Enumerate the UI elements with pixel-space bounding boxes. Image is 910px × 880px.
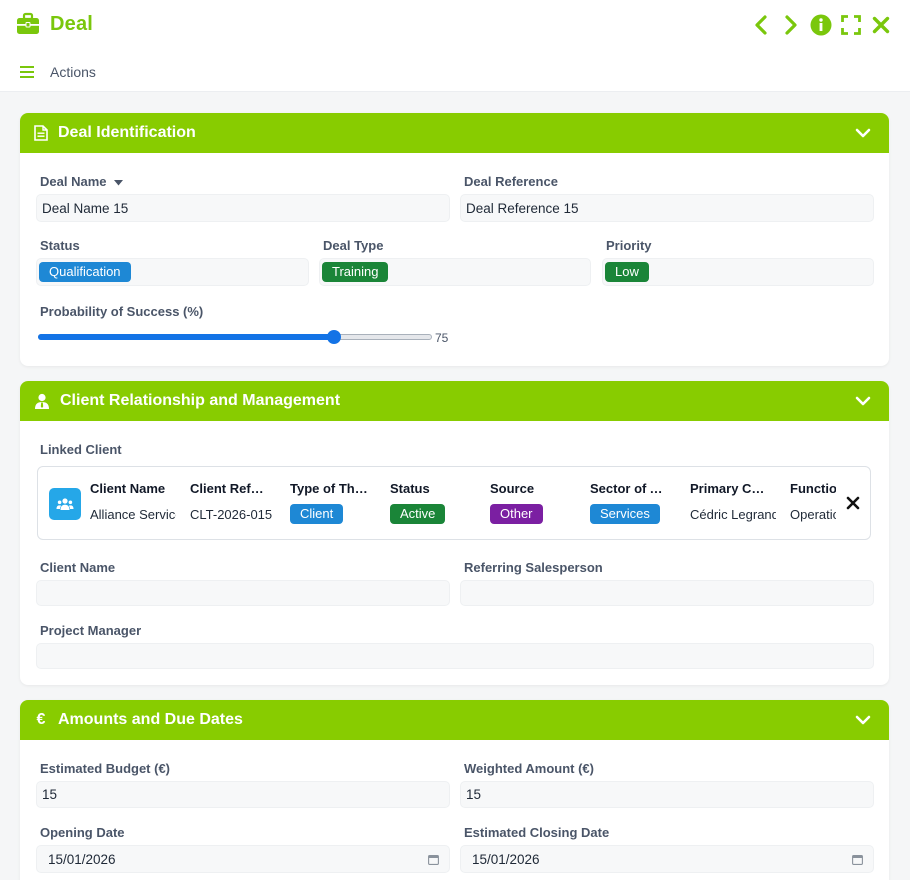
column-header: Status <box>390 481 430 496</box>
probability-label: Probability of Success (%) <box>40 304 204 319</box>
slider-fill <box>38 334 334 340</box>
column-header: Client Reference <box>190 481 268 496</box>
probability-value: 75 <box>435 331 449 345</box>
chevron-down-icon[interactable] <box>855 125 871 141</box>
euro-icon: € <box>36 711 46 728</box>
primary-contact-column: Primary Contact Cédric Legrand <box>690 481 776 522</box>
closing-date-value: 15/01/2026 <box>472 851 540 867</box>
chevron-right-icon[interactable] <box>780 14 802 36</box>
calendar-icon[interactable] <box>428 854 439 865</box>
deal-reference-field[interactable]: Deal Reference 15 <box>460 194 874 222</box>
hamburger-menu-icon[interactable] <box>20 66 34 78</box>
function-column: Function Operations <box>790 481 836 522</box>
column-header: Function <box>790 481 836 496</box>
calendar-icon[interactable] <box>852 854 863 865</box>
chevron-down-icon[interactable] <box>855 712 871 728</box>
client-status-column: Status Active <box>390 481 476 524</box>
column-value: CLT-2026-015 <box>190 507 273 522</box>
column-header: Client Name <box>90 481 166 496</box>
column-value: Other <box>490 504 576 524</box>
deal-identification-section: Deal Identification Deal Name Deal Name … <box>20 113 889 366</box>
column-value: Operations <box>790 507 836 522</box>
status-badge: Qualification <box>39 262 131 282</box>
deal-identification-header[interactable]: Deal Identification <box>20 113 889 153</box>
estimated-budget-field[interactable]: 15 <box>36 781 450 808</box>
window-controls <box>750 14 892 36</box>
client-relationship-section: Client Relationship and Management Linke… <box>20 381 889 685</box>
referring-salesperson-field[interactable] <box>460 580 874 606</box>
type-badge: Client <box>290 504 344 524</box>
deal-type-field[interactable]: Training <box>319 258 591 286</box>
status-label: Status <box>40 238 80 253</box>
opening-date-field[interactable]: 15/01/2026 <box>36 845 450 873</box>
closing-date-label: Estimated Closing Date <box>464 825 610 840</box>
column-header: Source <box>490 481 535 496</box>
third-party-type-column: Type of Third Party Client <box>290 481 376 524</box>
caret-down-icon[interactable] <box>114 179 124 186</box>
linked-client-label: Linked Client <box>40 442 122 457</box>
client-relationship-header[interactable]: Client Relationship and Management <box>20 381 889 421</box>
window-header: Deal Actions <box>0 0 910 92</box>
source-badge: Other <box>490 504 543 524</box>
actions-menu[interactable]: Actions <box>20 64 96 80</box>
briefcase-icon <box>17 12 39 34</box>
section-title: Client Relationship and Management <box>60 392 341 409</box>
sector-column: Sector of Activity Services <box>590 481 676 524</box>
client-status-badge: Active <box>390 504 446 524</box>
deal-type-label: Deal Type <box>323 238 384 253</box>
deal-reference-label: Deal Reference <box>464 174 558 189</box>
chevron-left-icon[interactable] <box>750 14 772 36</box>
remove-client-icon[interactable] <box>846 496 860 510</box>
project-manager-label: Project Manager <box>40 623 142 638</box>
section-title: Deal Identification <box>58 124 196 141</box>
deal-type-badge: Training <box>322 262 389 282</box>
actions-label[interactable]: Actions <box>50 64 96 80</box>
client-reference-column: Client Reference CLT-2026-015 <box>190 481 276 522</box>
client-name-field[interactable] <box>36 580 450 606</box>
column-value: Client <box>290 504 376 524</box>
column-header: Type of Third Party <box>290 481 370 496</box>
sector-badge: Services <box>590 504 660 524</box>
column-header: Primary Contact <box>690 481 768 496</box>
fullscreen-icon[interactable] <box>840 14 862 36</box>
deal-name-label: Deal Name <box>40 174 124 189</box>
deal-name-field[interactable]: Deal Name 15 <box>36 194 450 222</box>
estimated-budget-label: Estimated Budget (€) <box>40 761 171 776</box>
status-field[interactable]: Qualification <box>36 258 309 286</box>
weighted-amount-label: Weighted Amount (€) <box>464 761 594 776</box>
slider-thumb[interactable] <box>327 330 341 344</box>
column-value: Alliance Services <box>90 507 176 522</box>
priority-field[interactable]: Low <box>602 258 874 286</box>
column-value: Active <box>390 504 476 524</box>
priority-label: Priority <box>606 238 652 253</box>
weighted-amount-field[interactable]: 15 <box>460 781 874 808</box>
project-manager-field[interactable] <box>36 643 874 669</box>
section-title: Amounts and Due Dates <box>58 711 243 728</box>
column-value: Cédric Legrand <box>690 507 776 522</box>
referring-salesperson-label: Referring Salesperson <box>464 560 603 575</box>
amounts-section: € Amounts and Due Dates Estimated Budget… <box>20 700 889 880</box>
info-icon[interactable] <box>810 14 832 36</box>
document-icon <box>34 125 48 141</box>
chevron-down-icon[interactable] <box>855 393 871 409</box>
column-value: Services <box>590 504 676 524</box>
opening-date-value: 15/01/2026 <box>48 851 116 867</box>
linked-client-card[interactable]: Client Name Alliance Services Client Ref… <box>37 466 871 540</box>
window-title: Deal <box>50 12 94 35</box>
deal-window: Deal Actions Deal Identification Deal Na… <box>0 0 910 880</box>
users-icon <box>49 488 81 520</box>
column-header: Sector of Activity <box>590 481 666 496</box>
source-column: Source Other <box>490 481 576 524</box>
close-icon[interactable] <box>870 14 892 36</box>
priority-badge: Low <box>605 262 649 282</box>
client-name-column: Client Name Alliance Services <box>90 481 176 522</box>
client-name-label: Client Name <box>40 560 116 575</box>
window-title-area: Deal <box>16 12 93 36</box>
opening-date-label: Opening Date <box>40 825 125 840</box>
closing-date-field[interactable]: 15/01/2026 <box>460 845 874 873</box>
user-tie-icon <box>35 393 49 409</box>
amounts-header[interactable]: € Amounts and Due Dates <box>20 700 889 740</box>
